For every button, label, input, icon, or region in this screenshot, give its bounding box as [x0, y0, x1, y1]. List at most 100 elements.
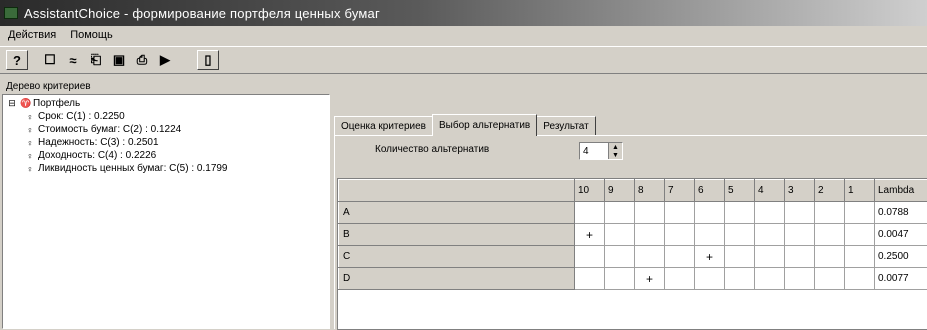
criterion-icon: ♀ [25, 125, 35, 135]
tree-node-label: Надежность: С(3) : 0.2501 [38, 137, 159, 148]
spin-down-icon[interactable]: ▼ [609, 151, 622, 159]
compare-button[interactable]: ≈ [62, 50, 84, 70]
header-row: 10 9 8 7 6 5 4 3 2 1 Lambda [339, 180, 927, 202]
alternatives-value[interactable]: 4 [580, 143, 608, 159]
table-cell[interactable] [665, 224, 695, 246]
column-header[interactable]: Lambda [875, 180, 927, 202]
criteria-tree: ⊟♈Портфель ♀Срок: С(1) : 0.2250 ♀Стоимос… [2, 94, 330, 329]
column-header[interactable]: 1 [845, 180, 875, 202]
table-cell[interactable] [695, 268, 725, 290]
table-cell[interactable] [845, 246, 875, 268]
table-cell[interactable] [725, 246, 755, 268]
table-cell[interactable] [575, 202, 605, 224]
table-cell[interactable] [665, 202, 695, 224]
tab-alternatives[interactable]: Выбор альтернатив [432, 114, 537, 136]
column-header[interactable]: 9 [605, 180, 635, 202]
column-header[interactable]: 6 [695, 180, 725, 202]
tree-node-label: Портфель [33, 98, 80, 109]
table-icon: ⎗ [91, 52, 101, 68]
table-cell[interactable] [635, 202, 665, 224]
table-row: C + 0.2500 [339, 246, 927, 268]
run-button[interactable]: ▶ [154, 50, 176, 70]
tree-node-label: Стоимость бумаг: С(2) : 0.1224 [38, 124, 181, 135]
tree-node[interactable]: ♀Надежность: С(3) : 0.2501 [7, 136, 325, 149]
column-header[interactable]: 4 [755, 180, 785, 202]
run-icon: ▶ [160, 52, 170, 68]
table-cell[interactable] [665, 268, 695, 290]
table-cell[interactable] [695, 224, 725, 246]
menu-bar: Действия Помощь [0, 26, 927, 44]
table-cell[interactable] [725, 268, 755, 290]
table-cell[interactable] [785, 246, 815, 268]
table-cell[interactable] [605, 202, 635, 224]
collapse-icon[interactable]: ⊟ [7, 98, 17, 109]
column-header[interactable]: 3 [785, 180, 815, 202]
window-title: AssistantChoice - формирование портфеля … [24, 6, 380, 21]
tab-result[interactable]: Результат [536, 116, 595, 136]
equal-icon: ≈ [69, 53, 76, 68]
lambda-cell: 0.0077 [875, 268, 927, 290]
save-button[interactable]: ▣ [108, 50, 130, 70]
table-cell[interactable] [725, 202, 755, 224]
tree-node-label: Срок: С(1) : 0.2250 [38, 111, 125, 122]
tree-node[interactable]: ♀Ликвидность ценных бумаг: С(5) : 0.1799 [7, 162, 325, 175]
table-cell[interactable] [605, 224, 635, 246]
menu-actions[interactable]: Действия [8, 29, 56, 41]
column-header[interactable]: 8 [635, 180, 665, 202]
table-cell[interactable] [815, 246, 845, 268]
column-header[interactable]: 10 [575, 180, 605, 202]
table-cell[interactable] [815, 202, 845, 224]
table-cell[interactable] [845, 224, 875, 246]
table-cell[interactable] [725, 224, 755, 246]
table-cell[interactable] [635, 224, 665, 246]
table-cell[interactable] [605, 268, 635, 290]
exit-button[interactable]: ▯ [197, 50, 219, 70]
table-cell[interactable] [575, 246, 605, 268]
table-cell[interactable] [785, 224, 815, 246]
table-cell[interactable] [785, 202, 815, 224]
title-bar[interactable]: AssistantChoice - формирование портфеля … [0, 0, 927, 26]
table-cell[interactable] [755, 268, 785, 290]
table-cell[interactable] [815, 224, 845, 246]
table-cell[interactable]: + [575, 224, 605, 246]
tab-criteria[interactable]: Оценка критериев [334, 116, 433, 136]
table-cell[interactable] [845, 202, 875, 224]
table-cell[interactable] [695, 202, 725, 224]
table-cell[interactable] [785, 268, 815, 290]
table-button[interactable]: ⎗ [85, 50, 107, 70]
table-cell[interactable] [815, 268, 845, 290]
criterion-icon: ♀ [25, 138, 35, 148]
table-cell[interactable] [605, 246, 635, 268]
table-cell[interactable] [575, 268, 605, 290]
column-header[interactable]: 2 [815, 180, 845, 202]
alternatives-panel: Количество альтернатив 4 ▲ ▼ [334, 135, 927, 329]
tree-node-root[interactable]: ⊟♈Портфель [7, 97, 325, 110]
table-row: B + 0.0047 [339, 224, 927, 246]
table-cell[interactable]: + [635, 268, 665, 290]
help-icon: ? [13, 53, 21, 68]
table-cell[interactable] [665, 246, 695, 268]
menu-help[interactable]: Помощь [70, 29, 113, 41]
column-header[interactable]: 5 [725, 180, 755, 202]
lambda-cell: 0.0788 [875, 202, 927, 224]
new-button[interactable]: ☐ [39, 50, 61, 70]
row-header: A [339, 202, 575, 224]
table-cell[interactable] [755, 202, 785, 224]
table-cell[interactable]: + [695, 246, 725, 268]
toolbar: ? ☐ ≈ ⎗ ▣ ⎙ ▶ ▯ [0, 46, 927, 74]
spin-up-icon[interactable]: ▲ [609, 143, 622, 151]
tree-node[interactable]: ♀Стоимость бумаг: С(2) : 0.1224 [7, 123, 325, 136]
help-button[interactable]: ? [6, 50, 28, 70]
table-cell[interactable] [755, 224, 785, 246]
table-cell[interactable] [755, 246, 785, 268]
row-header: B [339, 224, 575, 246]
table-cell[interactable] [845, 268, 875, 290]
column-header[interactable]: 7 [665, 180, 695, 202]
print-button[interactable]: ⎙ [131, 50, 153, 70]
table-cell[interactable] [635, 246, 665, 268]
tree-node[interactable]: ♀Доходность: С(4) : 0.2226 [7, 149, 325, 162]
exit-icon: ▯ [204, 52, 211, 68]
tree-node[interactable]: ♀Срок: С(1) : 0.2250 [7, 110, 325, 123]
app-icon [4, 7, 18, 19]
alternatives-spinner[interactable]: 4 ▲ ▼ [579, 142, 623, 160]
